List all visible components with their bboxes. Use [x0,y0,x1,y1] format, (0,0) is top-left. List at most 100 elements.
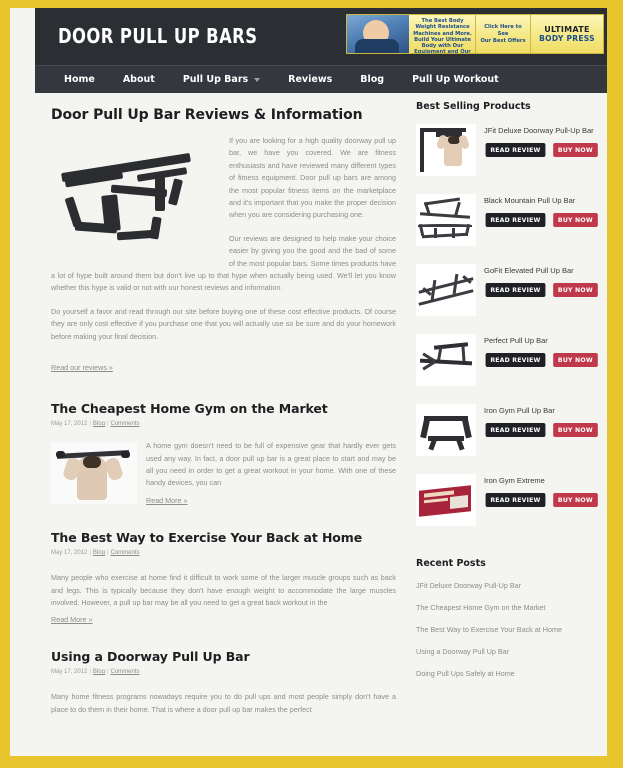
banner-ad-cta-line2: Our Best Offers [480,37,526,44]
site-title[interactable]: DOOR PULL UP BARS [58,24,257,48]
banner-ad-line1: The Best Body Weight Resistance [415,18,470,31]
product-name[interactable]: Perfect Pull Up Bar [484,336,601,346]
recent-post-item[interactable]: The Best Way to Exercise Your Back at Ho… [416,625,601,634]
product-name[interactable]: Iron Gym Pull Up Bar [484,406,601,416]
buy-now-button[interactable]: BUY NOW [553,493,598,507]
product-thumbnail[interactable] [416,474,476,526]
post-title[interactable]: The Cheapest Home Gym on the Market [51,401,396,416]
post-title[interactable]: Using a Doorway Pull Up Bar [51,649,396,664]
site-header: DOOR PULL UP BARS The Best Body Weight R… [35,8,607,65]
buy-now-button[interactable]: BUY NOW [553,353,598,367]
product-info: GoFit Elevated Pull Up Bar READ REVIEW B… [484,264,601,297]
banner-ad-cta-button[interactable]: Click Here to See Our Best Offers [475,15,531,53]
banner-ad-line3: Build Your Ultimate Body with Our [414,36,471,50]
page-container: DOOR PULL UP BARS The Best Body Weight R… [10,8,607,756]
post-date: May 17, 2012 [51,421,88,428]
buy-now-button[interactable]: BUY NOW [553,213,598,227]
page-frame-bottom [0,756,623,768]
recent-post-item[interactable]: The Cheapest Home Gym on the Market [416,603,601,612]
product-item: JFit Deluxe Doorway Pull-Up Bar READ REV… [416,124,601,182]
nav-item-pull-up-bars-label: Pull Up Bars [182,74,249,85]
banner-ad[interactable]: The Best Body Weight Resistance Machines… [346,14,604,54]
product-thumbnail[interactable] [416,264,476,316]
page-title: Door Pull Up Bar Reviews & Information [51,107,363,123]
recent-post-item[interactable]: Using a Doorway Pull Up Bar [416,647,601,656]
nav-item-reviews[interactable]: Reviews [274,74,346,85]
pull-up-bar-illustration [51,135,219,265]
nav-item-home[interactable]: Home [50,74,109,85]
product-button-row: READ REVIEW BUY NOW [484,283,601,297]
post-category-link[interactable]: Blog [93,669,105,675]
recent-post-label: The Best Way to Exercise Your Back at Ho… [416,625,562,634]
product-info: Iron Gym Pull Up Bar READ REVIEW BUY NOW [484,404,601,437]
product-info: Black Mountain Pull Up Bar READ REVIEW B… [484,194,601,227]
product-button-row: READ REVIEW BUY NOW [484,143,601,157]
banner-ad-brand-line1: ULTIMATE [544,25,590,34]
post-date: May 17, 2012 [51,669,88,676]
recent-post-label: Using a Doorway Pull Up Bar [416,647,510,656]
recent-post-item[interactable]: JFit Deluxe Doorway Pull-Up Bar [416,581,601,590]
product-thumbnail[interactable] [416,404,476,456]
product-thumbnail[interactable] [416,124,476,176]
product-thumbnail[interactable] [416,334,476,386]
banner-ad-line4: Equipment and Our Help [414,49,471,54]
nav-item-pull-up-workout-label: Pull Up Workout [412,74,499,85]
read-review-button[interactable]: READ REVIEW [485,493,546,507]
read-review-button[interactable]: READ REVIEW [485,143,546,157]
sidebar: Best Selling Products JFit Deluxe Doorwa… [416,101,601,691]
banner-ad-cta-line1: Click Here to See [484,23,522,37]
read-our-reviews-link[interactable]: Read our reviews » [51,363,113,372]
page-frame-top [0,0,623,8]
banner-ad-line2: Machines and More. [413,30,472,37]
read-more-link[interactable]: Read More » [51,615,93,624]
post-comments-link[interactable]: Comments [111,421,140,427]
read-review-button[interactable]: READ REVIEW [485,283,546,297]
product-name[interactable]: Black Mountain Pull Up Bar [484,196,601,206]
post-item: The Best Way to Exercise Your Back at Ho… [51,530,396,627]
buy-now-button[interactable]: BUY NOW [553,423,598,437]
product-button-row: READ REVIEW BUY NOW [484,493,601,507]
product-item: Black Mountain Pull Up Bar READ REVIEW B… [416,194,601,252]
post-item: The Cheapest Home Gym on the Market May … [51,401,396,508]
buy-now-button[interactable]: BUY NOW [553,143,598,157]
post-meta: May 17, 2012 | Blog | Comments [51,669,140,676]
read-review-button[interactable]: READ REVIEW [485,213,546,227]
post-comments-link[interactable]: Comments [111,669,140,675]
post-item: Using a Doorway Pull Up Bar May 17, 2012… [51,649,396,716]
banner-ad-brand-line2: BODY PRESS [539,34,595,43]
post-category-link[interactable]: Blog [93,550,105,556]
nav-item-blog[interactable]: Blog [346,74,398,85]
recent-post-label: Doing Pull Ups Safely at Home [416,669,515,678]
post-title[interactable]: The Best Way to Exercise Your Back at Ho… [51,530,396,545]
intro-section: If you are looking for a high quality do… [51,135,396,375]
page-frame-left [0,0,10,768]
recent-posts-heading: Recent Posts [416,558,486,569]
post-body: Many people who exercise at home find it… [51,572,396,627]
main-column: Door Pull Up Bar Reviews & Information I… [51,93,396,716]
product-thumbnail[interactable] [416,194,476,246]
post-excerpt: Many home fitness programs nowadays requ… [51,692,396,714]
read-review-button[interactable]: READ REVIEW [485,423,546,437]
nav-item-blog-label: Blog [360,74,385,85]
product-name[interactable]: Iron Gym Extreme [484,476,601,486]
content-area: Door Pull Up Bar Reviews & Information I… [35,93,607,756]
product-name[interactable]: GoFit Elevated Pull Up Bar [484,266,601,276]
recent-post-item[interactable]: Doing Pull Ups Safely at Home [416,669,601,678]
post-date: May 17, 2012 [51,550,88,557]
read-review-button[interactable]: READ REVIEW [485,353,546,367]
post-category-link[interactable]: Blog [93,421,105,427]
nav-item-reviews-label: Reviews [288,74,333,85]
product-name[interactable]: JFit Deluxe Doorway Pull-Up Bar [484,126,601,136]
recent-posts-list: JFit Deluxe Doorway Pull-Up Bar The Chea… [416,581,601,678]
product-item: Perfect Pull Up Bar READ REVIEW BUY NOW [416,334,601,392]
post-body: A home gym doesn't need to be full of ex… [51,440,396,508]
nav-item-pull-up-bars[interactable]: Pull Up Bars [169,74,274,85]
nav-item-about[interactable]: About [109,74,169,85]
nav-item-pull-up-workout[interactable]: Pull Up Workout [398,74,513,85]
post-thumbnail[interactable] [51,442,137,505]
main-navigation: Home About Pull Up Bars Reviews Blog Pul… [35,65,607,93]
best-selling-products-heading: Best Selling Products [416,101,531,112]
buy-now-button[interactable]: BUY NOW [553,283,598,297]
read-more-link[interactable]: Read More » [146,496,188,505]
post-comments-link[interactable]: Comments [111,550,140,556]
